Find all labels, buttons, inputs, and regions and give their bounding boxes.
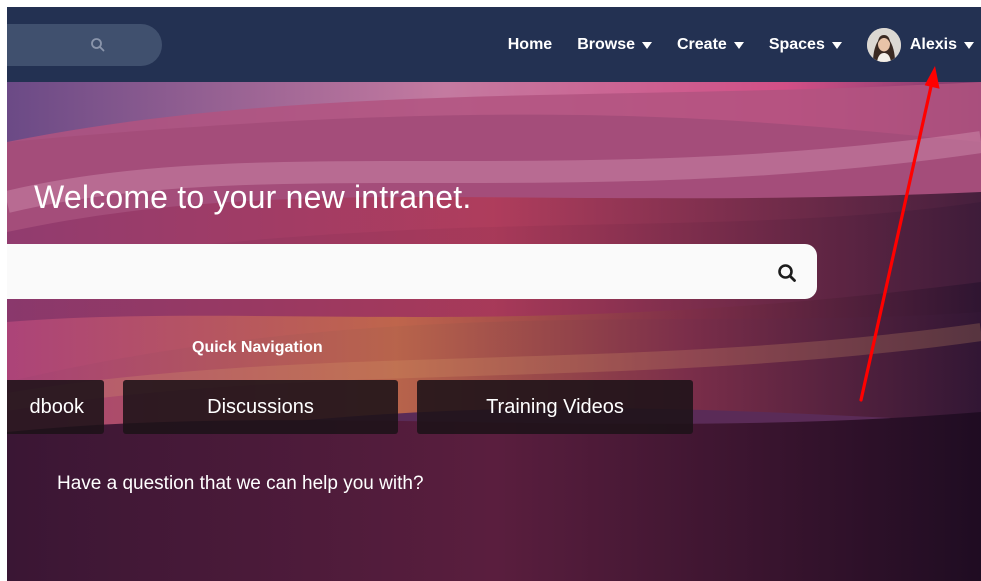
app-frame: Home Browse Create Spaces Alexis Welcome… xyxy=(7,7,981,581)
hero-background xyxy=(7,82,981,581)
welcome-heading: Welcome to your new intranet. xyxy=(34,179,472,215)
user-name: Alexis xyxy=(909,35,957,53)
nav-spaces-label: Spaces xyxy=(768,35,825,53)
nav-browse[interactable]: Browse xyxy=(577,36,652,54)
quick-nav-label: Training Videos xyxy=(486,395,624,418)
user-menu[interactable]: Alexis xyxy=(866,27,974,62)
search-icon xyxy=(778,264,796,282)
nav-home[interactable]: Home xyxy=(508,36,552,54)
hero-search-button[interactable] xyxy=(772,258,802,288)
nav-home-label: Home xyxy=(507,35,553,53)
caret-down-icon xyxy=(831,42,842,49)
hero-section: Welcome to your new intranet. Quick Navi… xyxy=(7,82,981,581)
caret-down-icon xyxy=(964,42,974,49)
nav-spaces[interactable]: Spaces xyxy=(769,36,842,54)
top-navbar: Home Browse Create Spaces Alexis xyxy=(7,7,981,82)
quick-nav-label: dbook xyxy=(29,395,85,418)
user-avatar-icon xyxy=(866,27,901,62)
caret-down-icon xyxy=(733,42,744,49)
quick-nav-training-videos-button[interactable]: Training Videos xyxy=(417,380,693,434)
nav-links: Home Browse Create Spaces Alexis xyxy=(508,7,981,82)
hero-search-input[interactable] xyxy=(7,244,817,299)
nav-create[interactable]: Create xyxy=(677,36,744,54)
nav-create-label: Create xyxy=(677,35,727,53)
caret-down-icon xyxy=(642,42,652,49)
search-icon[interactable] xyxy=(89,36,107,54)
nav-browse-label: Browse xyxy=(577,35,635,53)
avatar[interactable] xyxy=(866,27,901,62)
help-question-text: Have a question that we can help you wit… xyxy=(57,473,424,494)
quick-nav-label: Discussions xyxy=(207,395,314,418)
nav-search-field[interactable] xyxy=(7,24,162,66)
quick-nav-discussions-button[interactable]: Discussions xyxy=(123,380,398,434)
quick-nav-handbook-button[interactable]: dbook xyxy=(7,380,104,434)
quick-navigation-title: Quick Navigation xyxy=(192,339,323,356)
